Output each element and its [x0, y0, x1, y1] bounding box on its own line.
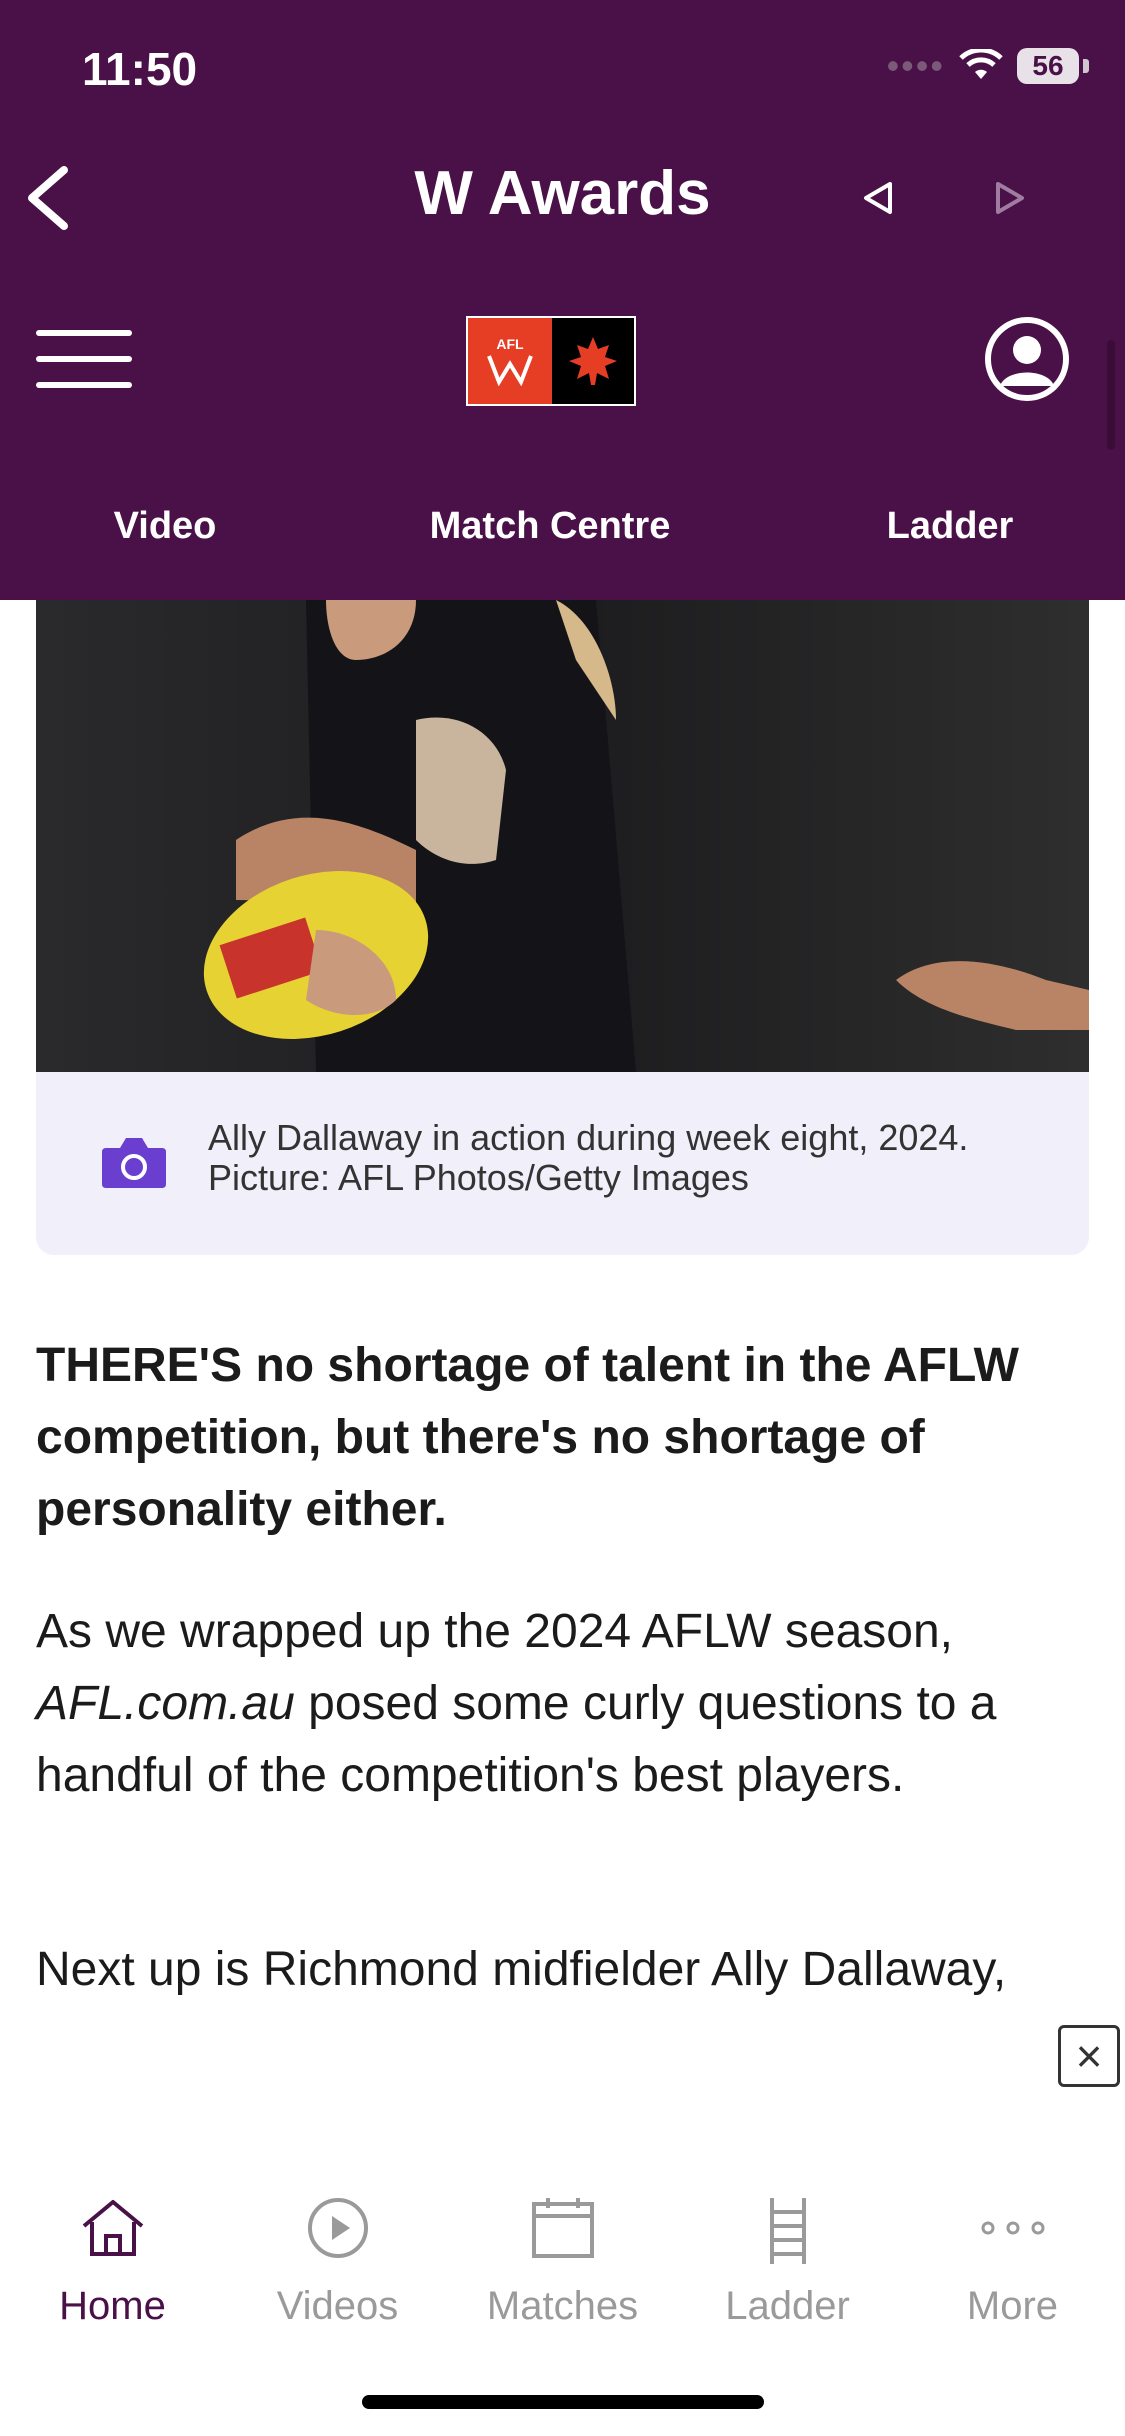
camera-icon: [102, 1138, 166, 1188]
tab-home-label: Home: [59, 2284, 166, 2328]
page-title: W Awards: [414, 159, 711, 228]
player-photo: [36, 600, 1089, 1072]
tab-home[interactable]: Home: [0, 2196, 225, 2329]
play-icon: [307, 2198, 368, 2258]
article-paragraph-2: Next up is Richmond midfielder Ally Dall…: [36, 1943, 1007, 1996]
hero-photo: [36, 600, 1089, 1072]
tab-ladder[interactable]: Ladder: [850, 505, 1050, 548]
photo-caption: Ally Dallaway in action during week eigh…: [36, 1072, 1089, 1255]
calendar-icon: [531, 2198, 594, 2258]
previous-arrow-icon[interactable]: [858, 178, 898, 218]
app-header: 11:50 •••• 56 W Awards AFL Video Match C…: [0, 0, 1125, 600]
tab-more-label: More: [966, 2284, 1059, 2328]
aflw-logo-text: AFL: [496, 336, 524, 352]
status-bar-icons: •••• 56: [887, 44, 1089, 88]
home-indicator[interactable]: [362, 2395, 764, 2409]
ad-banner[interactable]: [0, 2020, 1125, 2170]
battery-icon: 56: [1017, 48, 1079, 84]
tab-more[interactable]: More: [900, 2196, 1125, 2329]
scrollbar[interactable]: [1107, 340, 1115, 450]
w-mark-icon: [487, 355, 533, 386]
tab-matches[interactable]: Matches: [450, 2196, 675, 2329]
close-icon[interactable]: ×: [1058, 2025, 1120, 2087]
caption-text: Ally Dallaway in action during week eigh…: [208, 1117, 969, 1198]
status-time: 11:50: [82, 43, 198, 95]
tab-ladder-label: Ladder: [725, 2284, 850, 2328]
menu-icon[interactable]: [36, 330, 132, 390]
house-icon: [82, 2200, 143, 2256]
wifi-icon: [959, 49, 1003, 79]
battery-tip: [1083, 59, 1089, 73]
tab-match-centre[interactable]: Match Centre: [400, 505, 700, 548]
profile-icon[interactable]: [984, 316, 1070, 402]
aflw-logo-mark: AFL: [468, 318, 552, 404]
article-paragraph: As we wrapped up the 2024 AFLW season, A…: [36, 1596, 1086, 1812]
tab-ladder[interactable]: Ladder: [675, 2196, 900, 2329]
tab-matches-label: Matches: [486, 2284, 639, 2328]
aflw-logo[interactable]: AFL: [466, 316, 636, 406]
maple-leaf-icon: [552, 318, 634, 404]
tab-video[interactable]: Video: [60, 505, 270, 548]
next-arrow-icon[interactable]: [990, 178, 1030, 218]
ladder-icon: [769, 2198, 806, 2264]
tab-videos[interactable]: Videos: [225, 2196, 450, 2329]
more-icon: [981, 2221, 1044, 2235]
paragraph-text: As we wrapped up the 2024 AFLW season,: [36, 1605, 953, 1658]
signal-icon: ••••: [886, 45, 945, 86]
article-lead: THERE'S no shortage of talent in the AFL…: [36, 1339, 1019, 1536]
site-name: AFL.com.au: [36, 1677, 295, 1730]
tab-videos-label: Videos: [276, 2284, 399, 2328]
